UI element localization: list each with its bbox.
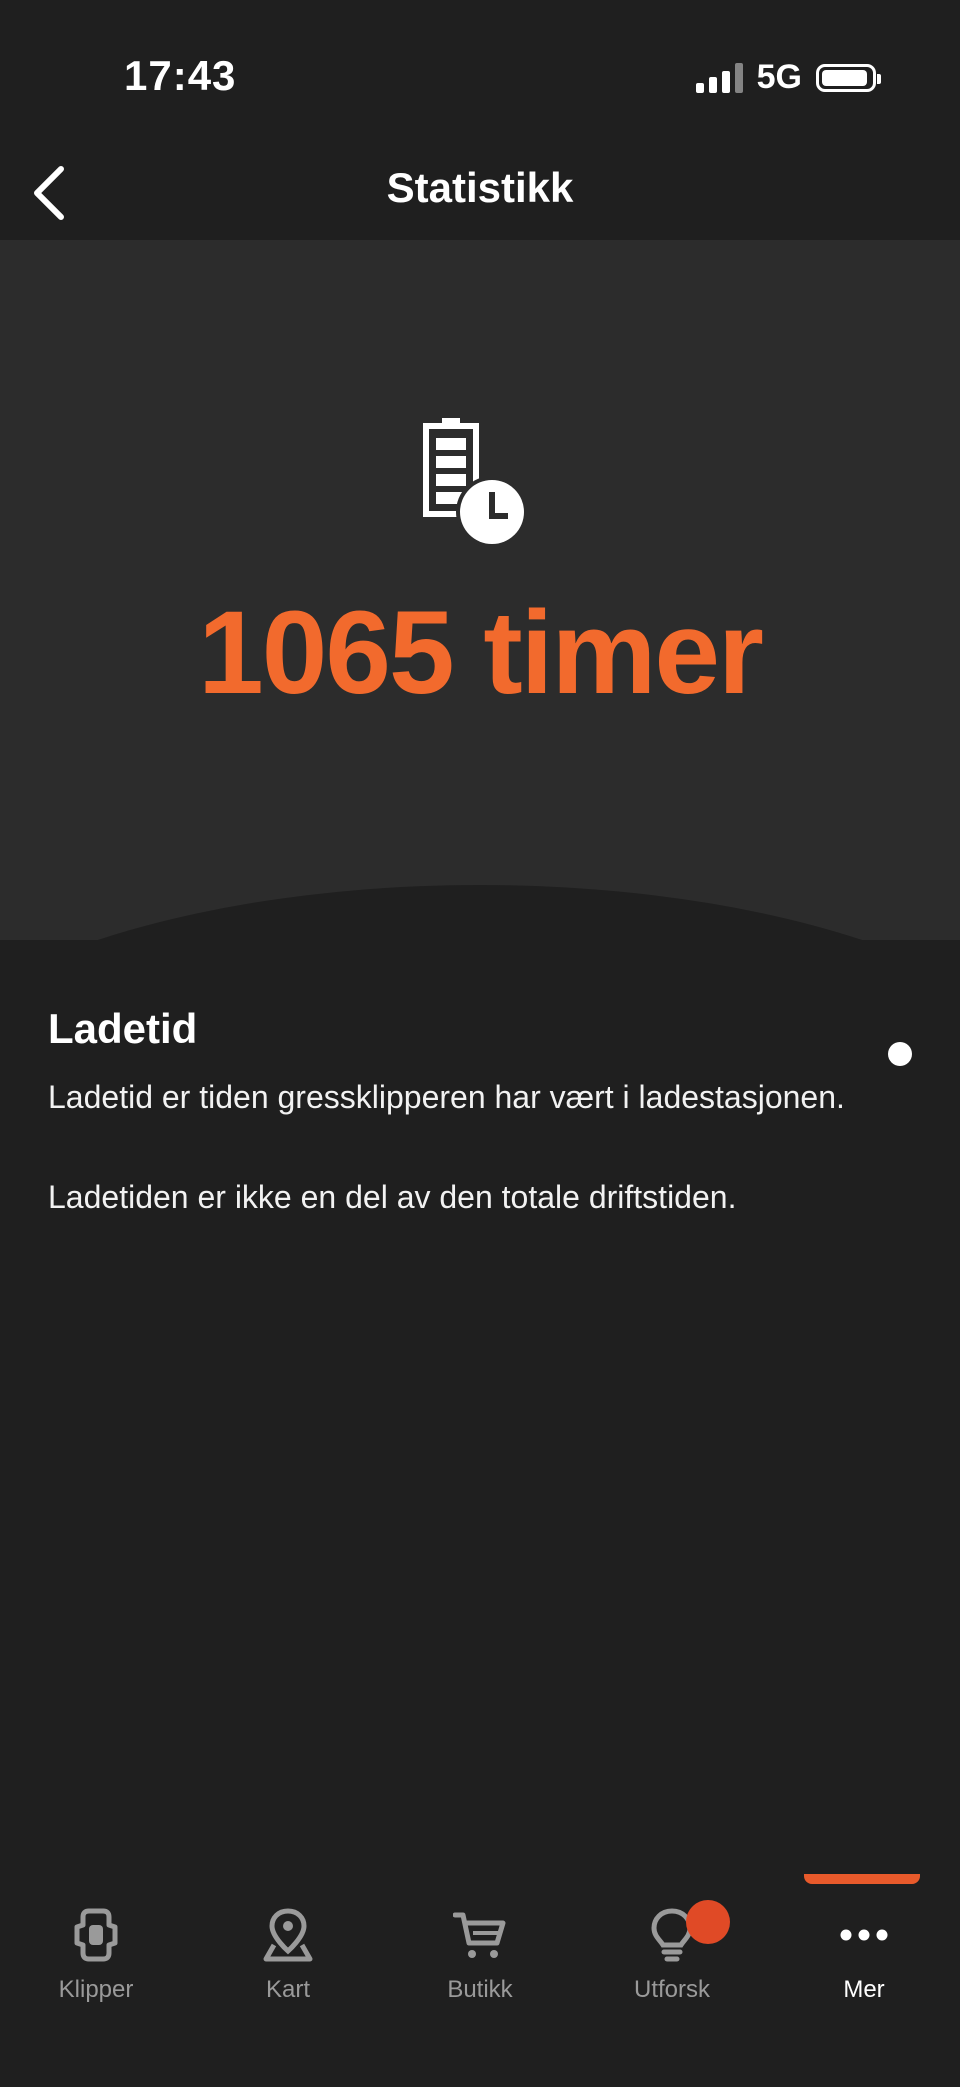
tab-label: Utforsk [633, 1976, 710, 2003]
more-icon [840, 1929, 888, 1941]
status-indicators: 5G [695, 58, 881, 97]
mower-icon [74, 1908, 118, 1962]
info-paragraph: Ladetid er tiden gressklipperen har vært… [48, 1079, 845, 1115]
info-section: Ladetid Ladetid er tiden gressklipperen … [48, 1005, 908, 1275]
tab-label: Klipper [58, 1976, 134, 2003]
page-title: Statistikk [386, 164, 574, 211]
battery-icon [816, 63, 881, 92]
notification-badge [686, 1900, 730, 1944]
tab-klipper[interactable]: Klipper [0, 1900, 192, 2004]
signal-icon [695, 62, 743, 93]
tab-bar: Klipper Kart Butikk Utforsk Mer [0, 1860, 960, 2087]
tab-butikk[interactable]: Butikk [384, 1900, 576, 2004]
tab-label: Butikk [447, 1976, 513, 2003]
info-title: Ladetid [48, 1005, 198, 1052]
status-time: 17:43 [124, 52, 237, 99]
active-tab-indicator [804, 1874, 920, 1884]
info-paragraph: Ladetiden er ikke en del av den totale d… [48, 1179, 737, 1215]
hero-panel: 1065 timer [0, 240, 960, 940]
tab-label: Kart [265, 1976, 310, 2003]
status-bar: 17:43 5G [0, 0, 960, 150]
nav-bar: Statistikk [0, 150, 960, 240]
charging-hours-value: 1065 timer [198, 587, 764, 719]
cart-icon [453, 1912, 506, 1958]
tab-kart[interactable]: Kart [192, 1900, 384, 2004]
map-pin-icon [263, 1908, 313, 1962]
battery-clock-icon [423, 418, 528, 548]
network-label: 5G [756, 58, 802, 96]
tab-mer[interactable]: Mer [768, 1900, 960, 2004]
page-indicator-dot [888, 1042, 912, 1066]
tab-label: Mer [843, 1976, 885, 2003]
tab-utforsk[interactable]: Utforsk [576, 1900, 768, 2004]
hero-curve [0, 885, 960, 940]
